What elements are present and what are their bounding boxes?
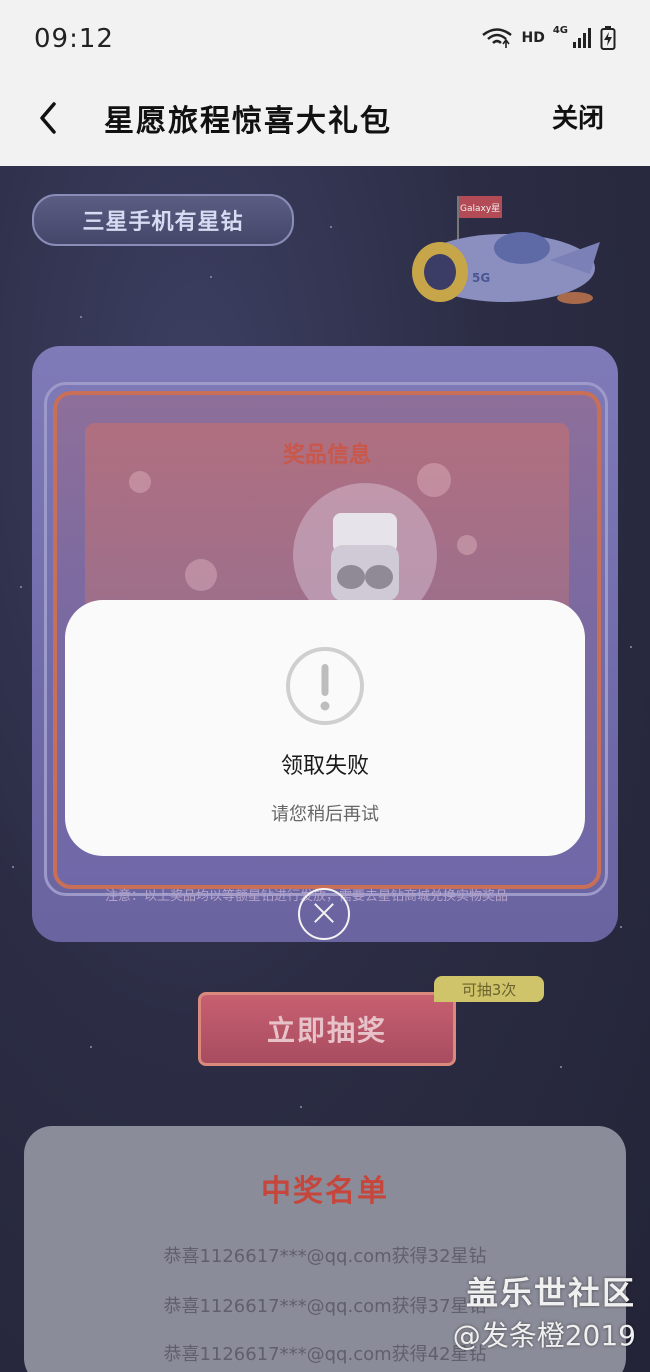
close-button[interactable]: 关闭 xyxy=(552,98,604,135)
dialog-title: 领取失败 xyxy=(280,754,369,779)
network-type-label: 4G xyxy=(552,24,568,36)
winner-row: 恭喜1126617***@qq.com获得32星钻 xyxy=(163,1246,487,1267)
brand-pill: 三星手机有星钻 xyxy=(32,194,294,246)
watermark-community: 盖乐世社区 xyxy=(465,1274,636,1312)
rocket-illustration: Galaxy星 5G xyxy=(412,196,600,304)
battery-charging-icon xyxy=(600,26,616,50)
wifi-icon xyxy=(482,28,513,48)
hd-label: HD xyxy=(521,30,545,46)
exclamation-icon xyxy=(286,647,364,725)
app-bar: 星愿旅程惊喜大礼包 关闭 xyxy=(0,80,650,166)
watermark-author: @发条橙2019 xyxy=(452,1319,636,1352)
rocket-flag-text: Galaxy星 xyxy=(460,203,500,214)
chevron-left-icon xyxy=(40,102,56,134)
draw-now-button[interactable]: 立即抽奖 xyxy=(198,992,456,1066)
winners-title: 中奖名单 xyxy=(261,1174,389,1209)
status-icons: HD 4G xyxy=(481,24,616,50)
signal-icon xyxy=(573,28,591,48)
dialog-message: 请您稍后再试 xyxy=(271,804,379,825)
rocket-5g-label: 5G xyxy=(472,271,490,285)
decor-bubble xyxy=(185,559,217,591)
draws-remaining-badge: 可抽3次 xyxy=(434,976,544,1002)
decor-bubble xyxy=(129,471,151,493)
prize-header: 奖品信息 xyxy=(282,443,371,468)
error-dialog: 领取失败 请您稍后再试 xyxy=(65,600,585,856)
close-prize-button[interactable] xyxy=(298,888,350,940)
prize-card: 奖品信息 xyxy=(85,423,569,627)
status-bar: 09:12 HD 4G xyxy=(0,0,650,80)
decor-bubble xyxy=(457,535,477,555)
status-time: 09:12 xyxy=(34,24,114,54)
back-button[interactable] xyxy=(32,98,68,138)
page-title: 星愿旅程惊喜大礼包 xyxy=(104,104,392,139)
